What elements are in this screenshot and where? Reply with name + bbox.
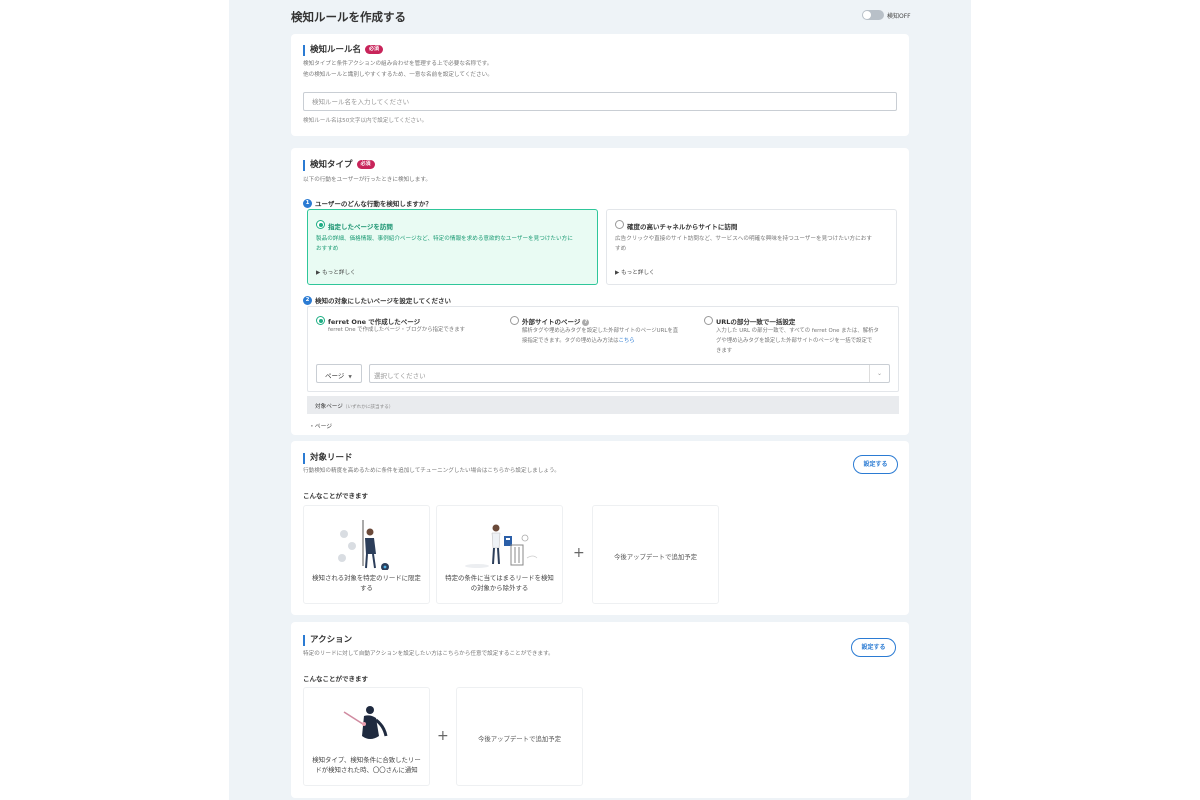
notify-illustration <box>343 706 388 739</box>
feature-card-coming-soon: 今後アップデートで追加予定 <box>592 505 719 604</box>
feature-text: 特定の条件に当てはまるリードを検知の対象から除外する <box>445 574 554 592</box>
target-external-desc-1: 解析タグや埋め込みタグを設定した外部サイトのページURLを直 <box>522 328 679 334</box>
option-page-visit[interactable]: 指定したページを訪問 製品の詳細、価格情報、事例紹介ページなど、特定の情報を求め… <box>307 209 598 285</box>
rule-name-desc-2: 他の検知ルールと識別しやすくするため、一意な名前を設定してください。 <box>303 72 493 78</box>
caret-down-icon: ▼ <box>348 375 352 380</box>
target-pages-note: （いずれかに該当する） <box>342 405 394 410</box>
target-url-partial-desc-3: きます <box>716 348 733 354</box>
target-external-title: 外部サイトのページ <box>522 318 581 326</box>
target-url-partial-label[interactable]: URLの部分一致で一括設定 <box>716 316 795 326</box>
radio-unselected-icon[interactable] <box>510 316 519 325</box>
question-1: 1 ユーザーのどんな行動を検知しますか？ <box>303 198 432 208</box>
detect-type-title-text: 検知タイプ <box>310 160 353 170</box>
detect-type-title: 検知タイプ 必須 <box>303 160 375 171</box>
plus-icon: + <box>437 728 449 744</box>
step-number-2: 2 <box>303 295 312 305</box>
main-canvas: 検知ルールを作成する 検知OFF 検知ルール名 必須 検知タイプと条件アクションの… <box>229 0 971 800</box>
action-card: アクション 特定のリードに対して自動アクションを設定したい方はこちらから任意で設… <box>291 622 909 798</box>
step-number-1: 1 <box>303 198 312 208</box>
question-2: 2 検知の対象にしたいページを設定してください <box>303 295 451 305</box>
option-title: 指定したページを訪問 <box>328 223 393 231</box>
limit-leads-illustration <box>338 520 389 570</box>
target-page-box: ferret One で作成したページ ferret One で作成したページ・… <box>307 306 899 392</box>
target-external-desc-2-text: 接指定できます。タグの埋め込み方法は <box>522 338 619 344</box>
rule-name-card: 検知ルール名 必須 検知タイプと条件アクションの組み合わせを管理する上で必要な名称… <box>291 34 909 136</box>
chevron-down-icon[interactable]: ⌄ <box>869 365 889 382</box>
page-picker-select[interactable]: 選択してください ⌄ <box>369 364 890 383</box>
page-title: 検知ルールを作成する <box>291 10 406 24</box>
radio-selected-icon[interactable] <box>316 316 325 325</box>
page-type-value: ページ <box>325 372 345 380</box>
target-ferret-one-label[interactable]: ferret One で作成したページ <box>328 316 420 326</box>
feature-card-limit: 検知される対象を特定のリードに限定する <box>303 505 430 604</box>
question-1-text: ユーザーのどんな行動を検知しますか？ <box>315 200 432 208</box>
option-desc: 広告クリックや直接のサイト訪問など、サービスへの明確な興味を持つユーザーを見つけ… <box>615 236 872 242</box>
target-page-item: ・ページ <box>309 424 333 430</box>
option-desc: 製品の詳細、価格情報、事例紹介ページなど、特定の情報を求める意欲的なユーザーを見… <box>316 236 573 242</box>
option-channel-visit[interactable]: 確度の高いチャネルからサイトに訪問 広告クリックや直接のサイト訪問など、サービス… <box>606 209 897 285</box>
target-url-partial-desc-1: 入力した URL の部分一致で、すべての ferret One または、解析タ <box>716 328 879 334</box>
can-do-heading: こんなことができます <box>303 675 368 683</box>
rule-name-title-text: 検知ルール名 <box>310 45 362 55</box>
can-do-heading: こんなことができます <box>303 492 368 500</box>
target-ferret-one-desc: ferret One で作成したページ・ブログから指定できます <box>328 327 465 333</box>
coming-soon-text: 今後アップデートで追加予定 <box>477 735 562 743</box>
help-icon[interactable]: ? <box>582 318 590 326</box>
toggle-label: 検知OFF <box>887 13 911 20</box>
option-desc-2: おすすめ <box>316 246 339 252</box>
target-pages-label: 対象ページ <box>315 404 343 410</box>
option-title: 確度の高いチャネルからサイトに訪問 <box>627 223 738 231</box>
radio-selected-icon[interactable] <box>316 220 325 229</box>
target-external-desc-2: 接指定できます。タグの埋め込み方法はこちら <box>522 337 635 347</box>
feature-text: 検知タイプ、検知条件に合致したリードが検知された時、〇〇さんに通知 <box>312 756 421 774</box>
page-picker-placeholder: 選択してください <box>374 372 426 380</box>
feature-card-exclude: 特定の条件に当てはまるリードを検知の対象から除外する <box>436 505 563 604</box>
detect-type-card: 検知タイプ 必須 以下の行動をユーザーが行ったときに検知します。 1 ユーザーのど… <box>291 148 909 435</box>
required-badge: 必須 <box>365 45 384 54</box>
detect-type-desc: 以下の行動をユーザーが行ったときに検知します。 <box>303 177 431 183</box>
target-external-label[interactable]: 外部サイトのページ? <box>522 316 590 326</box>
detection-toggle[interactable] <box>862 10 884 20</box>
target-url-partial-desc-2: グや埋め込みタグを設定した外部サイトのページを一括で設定で <box>716 338 873 344</box>
option-desc-2: すめ <box>615 246 627 252</box>
feature-card-notify: 検知タイプ、検知条件に合致したリードが検知された時、〇〇さんに通知 <box>303 687 430 786</box>
rule-name-title: 検知ルール名 必須 <box>303 45 384 56</box>
rule-name-hint: 検知ルール名は50文字以内で設定してください。 <box>303 118 428 124</box>
exclude-leads-illustration <box>465 524 538 568</box>
more-details-link[interactable]: ▶ もっと詳しく <box>316 268 356 276</box>
feature-text: 検知される対象を特定のリードに限定する <box>312 574 421 592</box>
page-type-select[interactable]: ページ ▼ <box>316 364 362 383</box>
plus-icon: + <box>573 545 585 561</box>
target-lead-desc: 行動検知の精度を高めるために条件を追加してチューニングしたい場合はこちらから設定… <box>303 468 560 474</box>
rule-name-input[interactable] <box>303 92 897 111</box>
target-pages-header: 対象ページ（いずれかに該当する） <box>307 396 899 414</box>
required-badge: 必須 <box>356 160 375 169</box>
target-lead-title: 対象リード <box>303 453 353 464</box>
rule-name-desc-1: 検知タイプと条件アクションの組み合わせを管理する上で必要な名称です。 <box>303 61 493 67</box>
radio-unselected-icon[interactable] <box>704 316 713 325</box>
action-desc: 特定のリードに対して自動アクションを設定したい方はこちらから任意で設定することが… <box>303 651 554 657</box>
target-lead-card: 対象リード 行動検知の精度を高めるために条件を追加してチューニングしたい場合はこ… <box>291 441 909 615</box>
embed-help-link[interactable]: こちら <box>619 338 635 344</box>
action-set-button[interactable]: 設定する <box>851 638 896 657</box>
feature-card-coming-soon: 今後アップデートで追加予定 <box>456 687 583 786</box>
question-2-text: 検知の対象にしたいページを設定してください <box>315 297 451 305</box>
coming-soon-text: 今後アップデートで追加予定 <box>613 553 698 561</box>
action-title: アクション <box>303 635 352 646</box>
more-details-link[interactable]: ▶ もっと詳しく <box>615 268 655 276</box>
radio-unselected-icon[interactable] <box>615 220 624 229</box>
target-lead-set-button[interactable]: 設定する <box>853 455 898 474</box>
